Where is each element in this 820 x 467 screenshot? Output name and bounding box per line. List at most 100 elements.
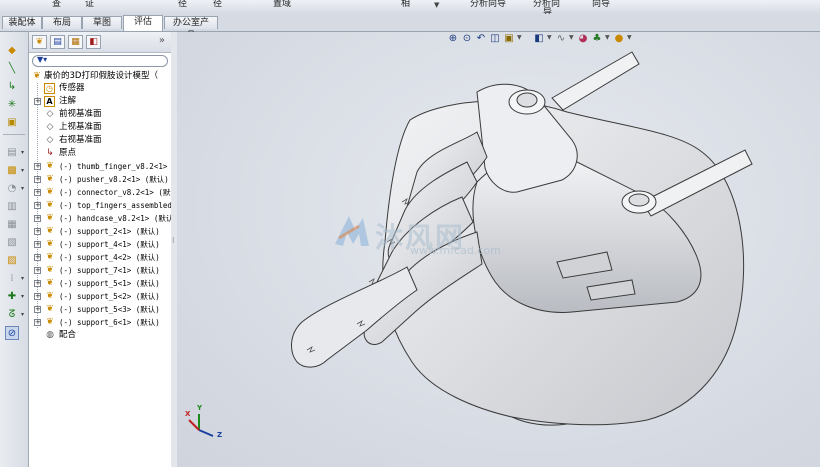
part-icon: ❦ [46,213,54,223]
display-manager-tab-icon[interactable]: ◧ [86,35,101,49]
expand-icon[interactable]: + [34,215,41,222]
tree-item-label: (-) support_5<1> (默认) [59,279,160,288]
tree-item-component[interactable]: + ❦ (-) thumb_finger_v8.2<1> [29,160,171,173]
appearance-icon[interactable]: ▦ [5,218,19,232]
plane-icon: ◇ [46,109,54,119]
tree-item-label: (-) support_4<1> (默认) [59,240,160,249]
origin-icon: ↳ [46,148,54,158]
command-label[interactable]: 查 [52,0,61,9]
part-icon: ❦ [46,174,54,184]
command-label[interactable]: 证 [85,0,94,9]
coordinate-icon[interactable]: ↳ [5,80,19,94]
part-icon: ❦ [46,304,54,314]
expand-icon[interactable]: + [34,254,41,261]
dropdown-arrow-icon[interactable]: ▼ [434,1,439,9]
expand-icon[interactable]: + [34,319,41,326]
smart-dimension-icon[interactable]: ◆ [5,44,19,58]
expand-icon[interactable]: + [34,189,41,196]
tree-item-front-plane[interactable]: ◇ 前视基准面 [29,108,171,121]
tree-item-right-plane[interactable]: ◇ 右视基准面 [29,134,171,147]
tree-item-label: (-) thumb_finger_v8.2<1> [59,162,168,171]
expand-icon[interactable]: + [34,293,41,300]
command-label[interactable]: 相 [401,0,410,9]
tree-item-component[interactable]: + ❦ (-) support_2<1> (默认) [29,225,171,238]
filter-icon[interactable]: ▼▾ [37,55,47,64]
expand-icon[interactable]: + [34,176,41,183]
tree-item-label: (-) handcase_v8.2<1> (默认 [59,214,174,223]
tree-item-origin[interactable]: ↳ 原点 [29,147,171,160]
tree-item-component[interactable]: + ❦ (-) support_4<2> (默认) [29,251,171,264]
tree-item-label: (-) pusher_v8.2<1> (默认) [59,175,169,184]
plane-icon: ◇ [46,122,54,132]
triad-x-label: X [185,410,191,418]
section-view-icon[interactable]: ◔ [5,182,24,196]
tree-item-label: (-) top_fingers_assembled [59,201,171,210]
display-style-icon[interactable]: ▩ [5,164,24,178]
command-label[interactable]: 分析向导 [470,0,506,9]
expand-icon[interactable]: + [34,267,41,274]
tree-item-label: (-) support_4<2> (默认) [59,253,160,262]
tree-item-component[interactable]: + ❦ (-) support_7<1> (默认) [29,264,171,277]
tab-sketch[interactable]: 草图 [82,16,122,29]
expand-icon[interactable]: + [34,228,41,235]
subassembly-icon: ❦ [46,161,54,171]
tree-item-label: (-) support_5<2> (默认) [59,292,160,301]
feature-icon[interactable]: ▣ [5,116,19,130]
feature-manager-panel: ❦ ▤ ▦ ◧ » ▼▾ ❦ 康价的3D打印假肢设计模型（ ◷ 传感器 + A … [29,32,178,467]
point-icon[interactable]: ✳ [5,98,19,112]
expand-icon[interactable]: + [34,241,41,248]
tab-assembly[interactable]: 装配体 [2,16,42,29]
command-label[interactable]: 径 [213,0,222,9]
sensor-icon: ◷ [44,83,55,94]
tree-item-label: 配合 [59,330,77,340]
tab-layout[interactable]: 布局 [42,16,82,29]
line-icon[interactable]: ╲ [5,62,19,76]
tree-item-top-plane[interactable]: ◇ 上视基准面 [29,121,171,134]
tab-evaluate[interactable]: 评估 [123,15,163,31]
more-tabs-icon[interactable]: » [159,35,165,46]
move-component-icon[interactable]: ✚ [5,290,24,304]
measure-icon[interactable]: ⊘ [5,326,19,340]
tree-item-annotations[interactable]: + A 注解 [29,95,171,108]
tree-item-mates[interactable]: ◍ 配合 [29,329,171,342]
tree-item-component[interactable]: + ❦ (-) connector_v8.2<1> (默认 [29,186,178,199]
render-icon[interactable]: ▨ [5,254,19,268]
tree-item-component[interactable]: + ❦ (-) support_6<1> (默认) [29,316,171,329]
tree-item-component[interactable]: + ❦ (-) support_5<2> (默认) [29,290,171,303]
expand-icon[interactable]: + [34,306,41,313]
scene-icon[interactable]: ▧ [5,236,19,250]
hide-show-icon[interactable]: ▥ [5,200,19,214]
tree-item-component[interactable]: + ❦ (-) pusher_v8.2<1> (默认) [29,173,171,186]
expand-icon[interactable]: + [34,98,41,105]
part-icon: ❦ [46,252,54,262]
tree-item-component[interactable]: + ❦ (-) support_4<1> (默认) [29,238,171,251]
tab-office-products[interactable]: 办公室产品 [164,16,218,41]
tree-item-component[interactable]: + ❦ (-) top_fingers_assembled [29,199,171,212]
tree-item-label: 注解 [59,96,77,106]
tree-item-sensors[interactable]: ◷ 传感器 [29,82,171,95]
feature-tree-filter[interactable]: ▼▾ [32,55,168,67]
pattern-icon[interactable]: ⁞ [5,272,24,286]
command-label[interactable]: 向导 [592,0,610,9]
expand-icon[interactable]: + [34,280,41,287]
part-icon: ❦ [46,239,54,249]
feature-manager-tabs: ❦ ▤ ▦ ◧ » [29,32,171,53]
view-orientation-icon[interactable]: ▤ [5,146,24,160]
property-manager-tab-icon[interactable]: ▤ [50,35,65,49]
expand-icon[interactable]: + [34,163,41,170]
plane-icon: ◇ [46,135,54,145]
part-icon: ❦ [46,187,54,197]
part-icon: ❦ [46,278,54,288]
graphics-area[interactable]: ⊕ ⊙ ↶ ◫ ▣ ▼ ◧ ▼ ∿ ▼ ◕ ♣ ▼ ● ▼ 沐风网 www.mf… [177,32,820,467]
smart-fastener-icon[interactable]: ᘔ [5,308,24,322]
configuration-manager-tab-icon[interactable]: ▦ [68,35,83,49]
command-label[interactable]: 径 [178,0,187,9]
expand-icon[interactable]: + [34,202,41,209]
command-manager-strip: 查 证 径 径 置域 相 ▼ 分析向导 分析向 导 向导 [0,0,820,15]
tree-item-component[interactable]: + ❦ (-) support_5<3> (默认) [29,303,171,316]
command-label[interactable]: 置域 [273,0,291,9]
tree-item-label: (-) support_2<1> (默认) [59,227,160,236]
tree-item-component[interactable]: + ❦ (-) support_5<1> (默认) [29,277,171,290]
tree-item-component[interactable]: + ❦ (-) handcase_v8.2<1> (默认 [29,212,174,225]
feature-tree-tab-icon[interactable]: ❦ [32,35,47,49]
